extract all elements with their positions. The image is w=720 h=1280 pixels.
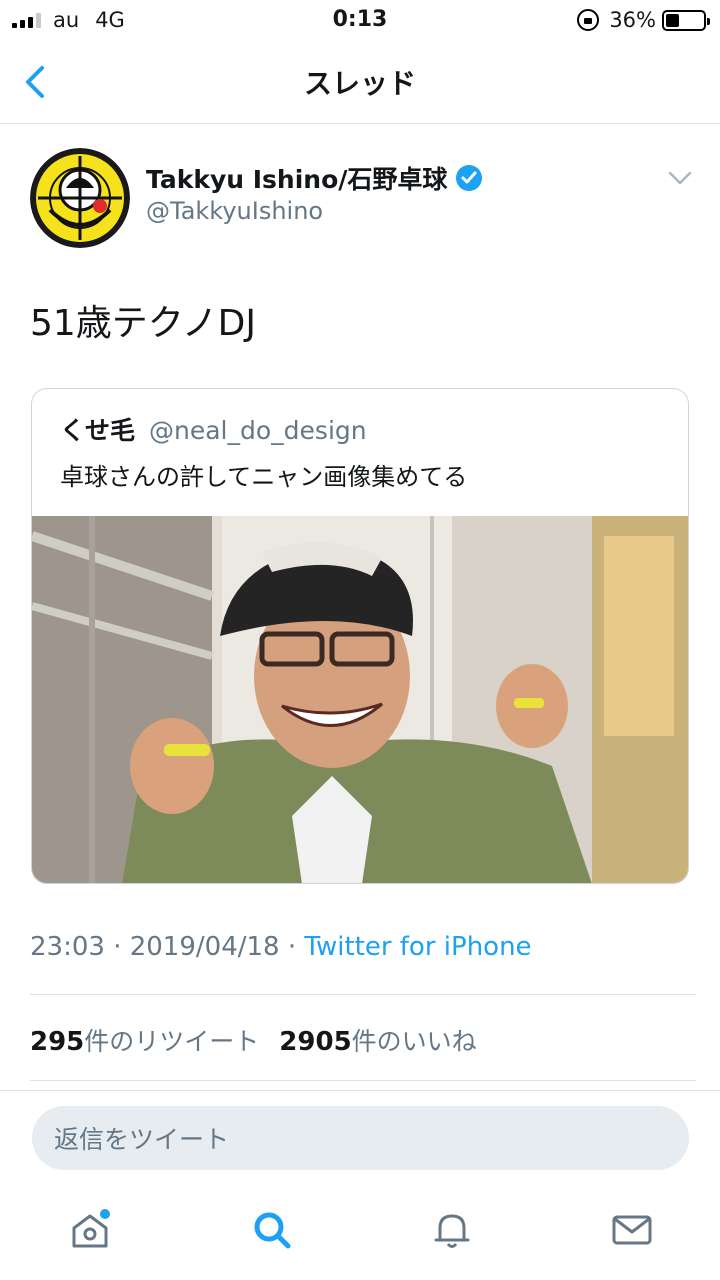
reply-input[interactable]: 返信をツイート [32, 1106, 689, 1170]
tab-bar [0, 1186, 720, 1280]
divider [30, 994, 696, 995]
tab-notifications[interactable] [430, 1208, 474, 1252]
avatar-image [30, 148, 130, 248]
retweet-count[interactable]: 295件のリツイート [30, 1022, 259, 1058]
verified-badge-icon [456, 165, 483, 191]
divider [30, 1080, 696, 1081]
more-options-button[interactable] [666, 168, 694, 188]
author-name[interactable]: Takkyu Ishino/石野卓球 [146, 160, 483, 196]
quote-author-name: くせ毛 [60, 416, 136, 445]
quote-text: 卓球さんの許してニャン画像集めてる [60, 463, 468, 491]
nav-bar: スレッド [0, 40, 720, 124]
divider [0, 1090, 720, 1091]
status-right: 36% [577, 8, 710, 32]
retweet-count-label: 件のリツイート [84, 1027, 260, 1056]
retweet-count-number: 295 [30, 1027, 85, 1057]
tweet-text: 51歳テクノDJ [30, 303, 256, 344]
rotation-lock-icon [577, 9, 600, 31]
author-handle[interactable]: @TakkyuIshino [146, 197, 323, 225]
page-title: スレッド [303, 67, 416, 100]
chevron-down-icon [668, 171, 692, 185]
tab-home[interactable] [68, 1208, 112, 1252]
battery-percent: 36% [609, 8, 656, 32]
author-name-text: Takkyu Ishino/石野卓球 [146, 165, 448, 194]
quote-header: くせ毛 @neal_do_design [60, 411, 367, 447]
timestamp-text: 23:03 · 2019/04/18 · [30, 932, 305, 962]
avatar[interactable] [30, 148, 130, 248]
tab-search[interactable] [250, 1208, 294, 1252]
tweet-timestamp: 23:03 · 2019/04/18 · Twitter for iPhone [30, 932, 532, 962]
home-icon [72, 1209, 110, 1248]
bell-icon [434, 1214, 470, 1248]
like-count-label: 件のいいね [351, 1027, 477, 1056]
like-count[interactable]: 2905件のいいね [279, 1022, 476, 1058]
source-link[interactable]: Twitter for iPhone [304, 932, 531, 962]
quoted-tweet-card[interactable]: くせ毛 @neal_do_design 卓球さんの許してニャン画像集めてる [31, 388, 689, 884]
tweet-stats: 295件のリツイート 2905件のいいね [30, 1022, 497, 1058]
search-icon [254, 1212, 291, 1249]
status-bar: au 4G 0:13 36% [0, 0, 720, 40]
quote-photo[interactable] [32, 516, 688, 884]
tab-messages[interactable] [610, 1208, 654, 1252]
mail-icon [612, 1215, 652, 1245]
quote-author-handle: @neal_do_design [149, 416, 367, 445]
reply-placeholder: 返信をツイート [54, 1125, 230, 1154]
battery-icon [662, 9, 710, 31]
like-count-number: 2905 [279, 1027, 352, 1057]
